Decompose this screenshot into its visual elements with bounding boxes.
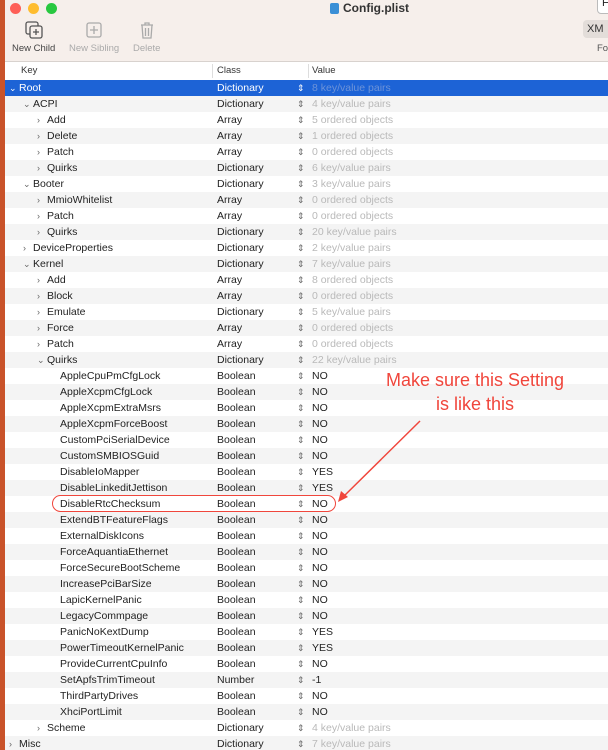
annotation-line-1: Make sure this Setting xyxy=(385,370,565,390)
annotation-text: Make sure this Setting is like this xyxy=(340,368,608,416)
annotation-line-2: is like this xyxy=(435,394,515,414)
